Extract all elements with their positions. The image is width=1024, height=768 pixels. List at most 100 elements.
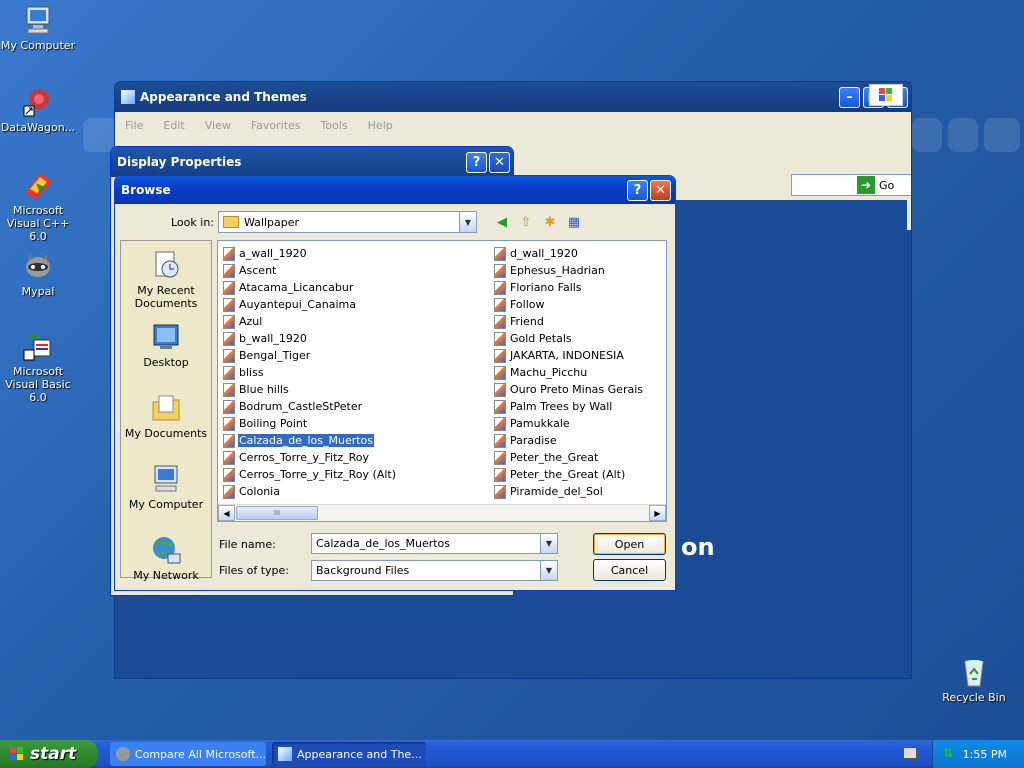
file-item[interactable]: Ascent bbox=[221, 262, 397, 279]
file-item[interactable]: Gold Petals bbox=[492, 330, 644, 347]
file-name: Floriano Falls bbox=[510, 281, 582, 294]
file-list[interactable]: a_wall_1920 Ascent Atacama_Licancabur Auyan… bbox=[217, 240, 667, 522]
close-button[interactable]: ✕ bbox=[489, 152, 510, 173]
help-button[interactable]: ? bbox=[466, 152, 487, 173]
cancel-button[interactable]: Cancel bbox=[593, 559, 666, 581]
image-file-icon bbox=[494, 365, 506, 380]
desktop-icon-label: Microsoft Visual C++ 6.0 bbox=[6, 204, 70, 243]
desktop-icon-vb6[interactable]: Microsoft Visual Basic 6.0 bbox=[0, 330, 78, 404]
keyboard-icon[interactable] bbox=[903, 747, 917, 759]
folder-icon bbox=[223, 216, 239, 228]
file-type-select[interactable]: Background Files ▼ bbox=[311, 560, 558, 581]
menu-bar: File Edit View Favorites Tools Help bbox=[115, 84, 911, 138]
file-item[interactable]: bliss bbox=[221, 364, 397, 381]
file-item[interactable]: Ouro Preto Minas Gerais bbox=[492, 381, 644, 398]
file-item[interactable]: Atacama_Licancabur bbox=[221, 279, 397, 296]
menu-favorites[interactable]: Favorites bbox=[251, 119, 301, 132]
start-button[interactable]: start bbox=[0, 740, 98, 768]
desktop-icon-label: Mypal bbox=[21, 285, 55, 298]
task-button-appearance[interactable]: Appearance and The... bbox=[272, 742, 426, 766]
menu-help[interactable]: Help bbox=[368, 119, 393, 132]
file-item[interactable]: Friend bbox=[492, 313, 644, 330]
file-item[interactable]: Blue hills bbox=[221, 381, 397, 398]
desktop-icon-vcpp[interactable]: Microsoft Visual C++ 6.0 bbox=[0, 169, 78, 243]
image-file-icon bbox=[494, 382, 506, 397]
desktop-icon bbox=[153, 324, 179, 349]
place-my-computer[interactable]: My Computer bbox=[121, 463, 211, 511]
menu-tools[interactable]: Tools bbox=[321, 119, 348, 132]
file-item[interactable]: Ephesus_Hadrian bbox=[492, 262, 644, 279]
image-file-icon bbox=[223, 246, 235, 261]
file-name: a_wall_1920 bbox=[239, 247, 307, 260]
place-recent-documents[interactable]: My Recent Documents bbox=[121, 249, 211, 310]
menu-file[interactable]: File bbox=[125, 119, 143, 132]
minimize-button[interactable]: – bbox=[839, 87, 860, 108]
view-menu-icon[interactable]: ▦ bbox=[565, 214, 583, 232]
file-item[interactable]: Azul bbox=[221, 313, 397, 330]
mypal-icon bbox=[116, 747, 130, 761]
file-item[interactable]: Palm Trees by Wall bbox=[492, 398, 644, 415]
back-icon[interactable]: ◀ bbox=[493, 214, 511, 232]
desktop-icon-datawagon[interactable]: DataWagon... bbox=[0, 86, 78, 134]
task-button-compare[interactable]: Compare All Microsoft... bbox=[110, 742, 266, 766]
file-item[interactable]: Pamukkale bbox=[492, 415, 644, 432]
file-item[interactable]: Calzada_de_los_Muertos bbox=[221, 432, 397, 449]
look-in-label: Look in: bbox=[171, 216, 214, 229]
look-in-dropdown[interactable]: Wallpaper ▼ bbox=[218, 211, 477, 233]
close-button[interactable]: ✕ bbox=[650, 180, 671, 201]
open-button[interactable]: Open bbox=[593, 533, 666, 555]
horizontal-scrollbar[interactable]: ◀ III ▶ bbox=[218, 504, 666, 521]
scroll-thumb[interactable]: III bbox=[236, 506, 318, 520]
file-item[interactable]: Cerros_Torre_y_Fitz_Roy (Alt) bbox=[221, 466, 397, 483]
file-item[interactable]: Machu_Picchu bbox=[492, 364, 644, 381]
file-name: Bodrum_CastleStPeter bbox=[239, 400, 363, 413]
chevron-down-icon[interactable]: ▼ bbox=[540, 561, 557, 580]
file-name: Piramide_del_Sol bbox=[510, 485, 603, 498]
appearance-title-bar[interactable]: Appearance and Themes – □ ✕ bbox=[115, 82, 911, 112]
image-file-icon bbox=[494, 246, 506, 261]
chevron-down-icon[interactable]: ▼ bbox=[459, 212, 476, 232]
file-item[interactable]: JAKARTA, INDONESIA bbox=[492, 347, 644, 364]
file-item[interactable]: Bengal_Tiger bbox=[221, 347, 397, 364]
file-name-input[interactable]: Calzada_de_los_Muertos ▼ bbox=[311, 533, 558, 554]
file-item[interactable]: Paradise bbox=[492, 432, 644, 449]
computer-icon bbox=[26, 6, 50, 34]
up-folder-icon[interactable]: ⇧ bbox=[517, 214, 535, 232]
help-button[interactable]: ? bbox=[627, 180, 648, 201]
file-name: Ephesus_Hadrian bbox=[510, 264, 605, 277]
scroll-right-icon[interactable]: ▶ bbox=[649, 505, 666, 521]
browse-title-bar[interactable]: Browse ? ✕ bbox=[115, 176, 675, 204]
image-file-icon bbox=[223, 484, 235, 499]
file-item[interactable]: Piramide_del_Sol bbox=[492, 483, 644, 500]
place-desktop[interactable]: Desktop bbox=[121, 321, 211, 369]
file-item[interactable]: Peter_the_Great (Alt) bbox=[492, 466, 644, 483]
image-file-icon bbox=[494, 297, 506, 312]
menu-edit[interactable]: Edit bbox=[163, 119, 184, 132]
file-item[interactable]: Follow bbox=[492, 296, 644, 313]
nav-toolbar: ◀ ⇧ ✱ ▦ bbox=[493, 214, 583, 232]
desktop-icon-mypal[interactable]: Mypal bbox=[0, 250, 78, 298]
display-window-title: Display Properties bbox=[117, 155, 242, 169]
place-my-documents[interactable]: My Documents bbox=[121, 392, 211, 440]
new-folder-icon[interactable]: ✱ bbox=[541, 214, 559, 232]
desktop-icon-recycle-bin[interactable]: Recycle Bin bbox=[934, 656, 1014, 704]
file-item[interactable]: d_wall_1920 bbox=[492, 245, 644, 262]
chevron-down-icon[interactable]: ▼ bbox=[540, 534, 557, 553]
file-item[interactable]: Colonia bbox=[221, 483, 397, 500]
place-my-network[interactable]: My Network bbox=[121, 534, 211, 582]
image-file-icon bbox=[223, 365, 235, 380]
file-item[interactable]: Peter_the_Great bbox=[492, 449, 644, 466]
menu-view[interactable]: View bbox=[205, 119, 231, 132]
go-button[interactable]: ➜ Go bbox=[857, 176, 894, 194]
file-item[interactable]: Floriano Falls bbox=[492, 279, 644, 296]
file-item[interactable]: Auyantepui_Canaima bbox=[221, 296, 397, 313]
file-item[interactable]: a_wall_1920 bbox=[221, 245, 397, 262]
display-title-bar[interactable]: Display Properties ? ✕ bbox=[111, 147, 513, 177]
file-item[interactable]: Cerros_Torre_y_Fitz_Roy bbox=[221, 449, 397, 466]
file-item[interactable]: b_wall_1920 bbox=[221, 330, 397, 347]
network-icon[interactable]: ⇅ bbox=[943, 746, 957, 760]
file-item[interactable]: Bodrum_CastleStPeter bbox=[221, 398, 397, 415]
desktop-icon-my-computer[interactable]: My Computer bbox=[0, 4, 78, 52]
scroll-left-icon[interactable]: ◀ bbox=[218, 505, 235, 521]
file-item[interactable]: Boiling Point bbox=[221, 415, 397, 432]
